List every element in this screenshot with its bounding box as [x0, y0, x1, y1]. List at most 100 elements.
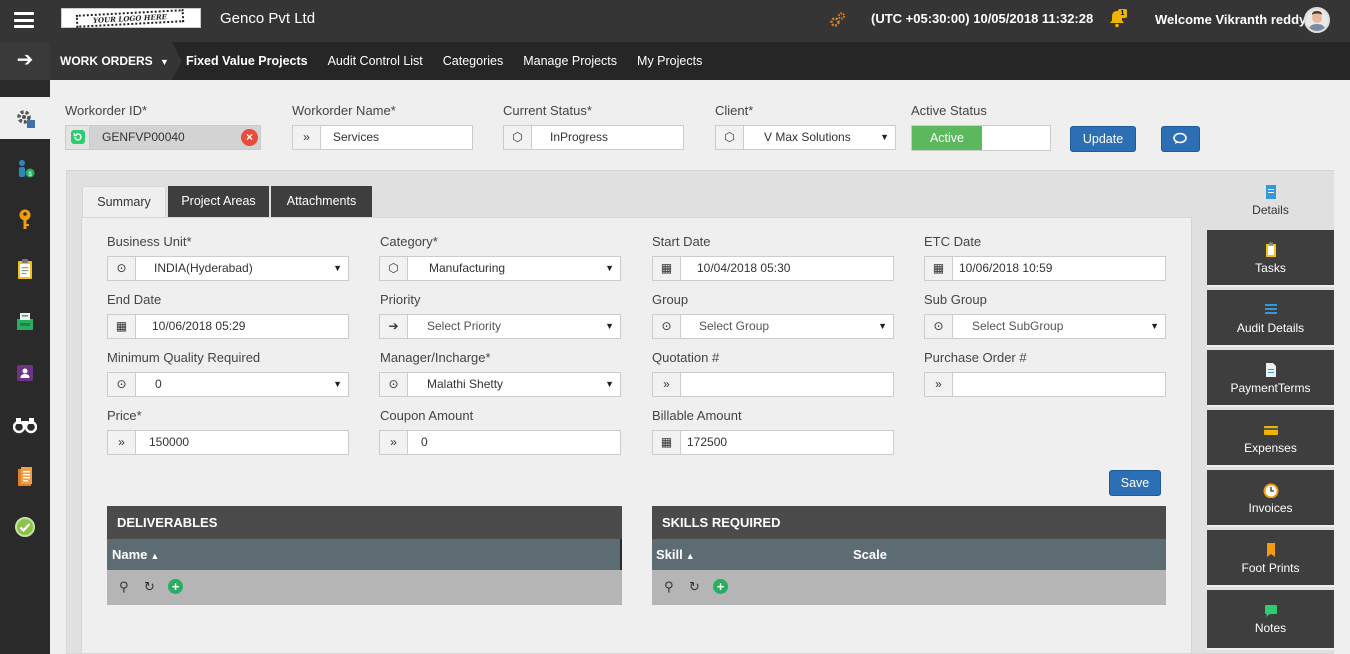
sub-group-label: Sub Group [924, 292, 987, 307]
refresh-icon[interactable]: ↻ [689, 579, 700, 595]
priority-select[interactable]: ➔ Select Priority ▼ [379, 314, 621, 339]
chevrons-icon: » [925, 373, 953, 396]
sidebar: $ [0, 80, 50, 654]
search-icon[interactable]: ⚲ [119, 579, 129, 595]
etc-date-field[interactable]: ▦ 10/06/2018 10:59 [924, 256, 1166, 281]
tab-summary[interactable]: Summary [82, 186, 166, 218]
nav-manage-projects[interactable]: Manage Projects [523, 42, 617, 80]
tab-project-areas[interactable]: Project Areas [168, 186, 269, 217]
sort-icon[interactable]: ▲ [686, 551, 695, 561]
notification-bell-icon[interactable]: 1 [1108, 9, 1128, 29]
add-icon[interactable]: + [168, 579, 183, 594]
workorder-name-field[interactable]: » Services [292, 125, 473, 150]
circle-arrow-icon: ⊙ [108, 257, 136, 280]
tab-attachments[interactable]: Attachments [271, 186, 372, 217]
sidebar-contact-card-icon[interactable] [0, 352, 50, 394]
calendar-icon: ▦ [653, 431, 681, 454]
coupon-field[interactable]: » 0 [379, 430, 621, 455]
workorder-id-label: Workorder ID* [65, 103, 148, 118]
end-date-field[interactable]: ▦ 10/06/2018 05:29 [107, 314, 349, 339]
work-orders-dropdown[interactable]: WORK ORDERS ▼ [50, 42, 182, 80]
settings-gears-icon[interactable] [829, 11, 847, 29]
right-tab-expenses[interactable]: Expenses [1207, 410, 1334, 467]
chevrons-icon: » [653, 373, 681, 396]
col-scale[interactable]: Scale [853, 539, 887, 570]
circle-arrow-icon: ⊙ [925, 315, 953, 338]
client-select[interactable]: ⬡ V Max Solutions ▼ [715, 125, 896, 150]
billable-value: 172500 [687, 435, 728, 449]
sidebar-cash-register-icon[interactable] [0, 300, 50, 342]
group-value: Select Group [699, 319, 770, 333]
company-logo: YOUR LOGO HERE [61, 8, 201, 28]
etc-date-label: ETC Date [924, 234, 982, 249]
welcome-user[interactable]: Welcome Vikranth reddy [1155, 12, 1306, 27]
category-value: Manufacturing [429, 261, 506, 275]
expand-sidebar-arrow-icon[interactable]: ➔ [0, 42, 50, 80]
calendar-icon: ▦ [653, 257, 681, 280]
col-skill[interactable]: Skill [652, 547, 683, 562]
circle-arrow-icon: ⊙ [108, 373, 136, 396]
active-status-toggle[interactable]: Active [911, 125, 1051, 151]
skills-title: SKILLS REQUIRED [652, 506, 1166, 539]
sidebar-settings-icon[interactable] [0, 97, 50, 139]
sidebar-document-icon[interactable] [0, 456, 50, 498]
billable-field[interactable]: ▦ 172500 [652, 430, 894, 455]
sub-group-select[interactable]: ⊙ Select SubGroup ▼ [924, 314, 1166, 339]
current-status-field[interactable]: ⬡ InProgress [503, 125, 684, 150]
business-unit-label: Business Unit* [107, 234, 192, 249]
calendar-icon: ▦ [108, 315, 136, 338]
quotation-label: Quotation # [652, 350, 720, 365]
chevron-down-icon: ▼ [880, 132, 889, 142]
document-icon [1265, 185, 1276, 199]
price-field[interactable]: » 150000 [107, 430, 349, 455]
workorder-name-label: Workorder Name* [292, 103, 396, 118]
client-label: Client* [715, 103, 754, 118]
nav-links: Fixed Value Projects Audit Control List … [186, 42, 722, 80]
deliverables-header-row: Name ▲ [107, 539, 622, 570]
right-tab-payment-terms[interactable]: PaymentTerms [1207, 350, 1334, 407]
priority-label: Priority [380, 292, 421, 307]
right-tab-foot-prints[interactable]: Foot Prints [1207, 530, 1334, 587]
nav-my-projects[interactable]: My Projects [637, 42, 702, 80]
price-value: 150000 [149, 435, 190, 449]
group-select[interactable]: ⊙ Select Group ▼ [652, 314, 894, 339]
chevron-down-icon: ▼ [160, 57, 169, 67]
nav-fixed-value-projects[interactable]: Fixed Value Projects [186, 42, 308, 80]
sidebar-clipboard-icon[interactable] [0, 248, 50, 290]
clock-icon [1263, 483, 1278, 498]
save-button[interactable]: Save [1109, 470, 1161, 496]
right-tab-label: Details [1252, 203, 1289, 217]
clear-icon[interactable]: × [241, 129, 258, 146]
search-icon[interactable]: ⚲ [664, 579, 674, 595]
purchase-order-field[interactable]: » [924, 372, 1166, 397]
manager-value: Malathi Shetty [427, 377, 504, 391]
comments-button[interactable] [1161, 126, 1200, 152]
user-avatar[interactable] [1304, 7, 1330, 33]
start-date-field[interactable]: ▦ 10/04/2018 05:30 [652, 256, 894, 281]
right-tab-details[interactable]: Details [1207, 172, 1334, 229]
add-icon[interactable]: + [713, 579, 728, 594]
sidebar-binoculars-icon[interactable] [0, 404, 50, 446]
nav-audit-control-list[interactable]: Audit Control List [328, 42, 423, 80]
nav-categories[interactable]: Categories [443, 42, 503, 80]
manager-select[interactable]: ⊙ Malathi Shetty ▼ [379, 372, 621, 397]
business-unit-select[interactable]: ⊙ INDIA(Hyderabad) ▼ [107, 256, 349, 281]
update-button[interactable]: Update [1070, 126, 1136, 152]
category-select[interactable]: ⬡ Manufacturing ▼ [379, 256, 621, 281]
sidebar-key-icon[interactable] [0, 198, 50, 240]
menu-icon[interactable] [14, 12, 34, 28]
sidebar-user-money-icon[interactable]: $ [0, 148, 50, 190]
sidebar-check-circle-icon[interactable] [0, 506, 50, 548]
right-tab-notes[interactable]: Notes [1207, 590, 1334, 650]
deliverables-toolbar: ⚲ ↻ + [107, 570, 622, 605]
right-tab-tasks[interactable]: Tasks [1207, 230, 1334, 287]
sort-icon[interactable]: ▲ [150, 551, 159, 561]
quotation-field[interactable]: » [652, 372, 894, 397]
min-quality-select[interactable]: ⊙ 0 ▼ [107, 372, 349, 397]
refresh-icon[interactable] [66, 126, 90, 149]
manager-label: Manager/Incharge* [380, 350, 491, 365]
refresh-icon[interactable]: ↻ [144, 579, 155, 595]
col-name[interactable]: Name [107, 547, 147, 562]
right-tab-invoices[interactable]: Invoices [1207, 470, 1334, 527]
right-tab-audit-details[interactable]: Audit Details [1207, 290, 1334, 347]
